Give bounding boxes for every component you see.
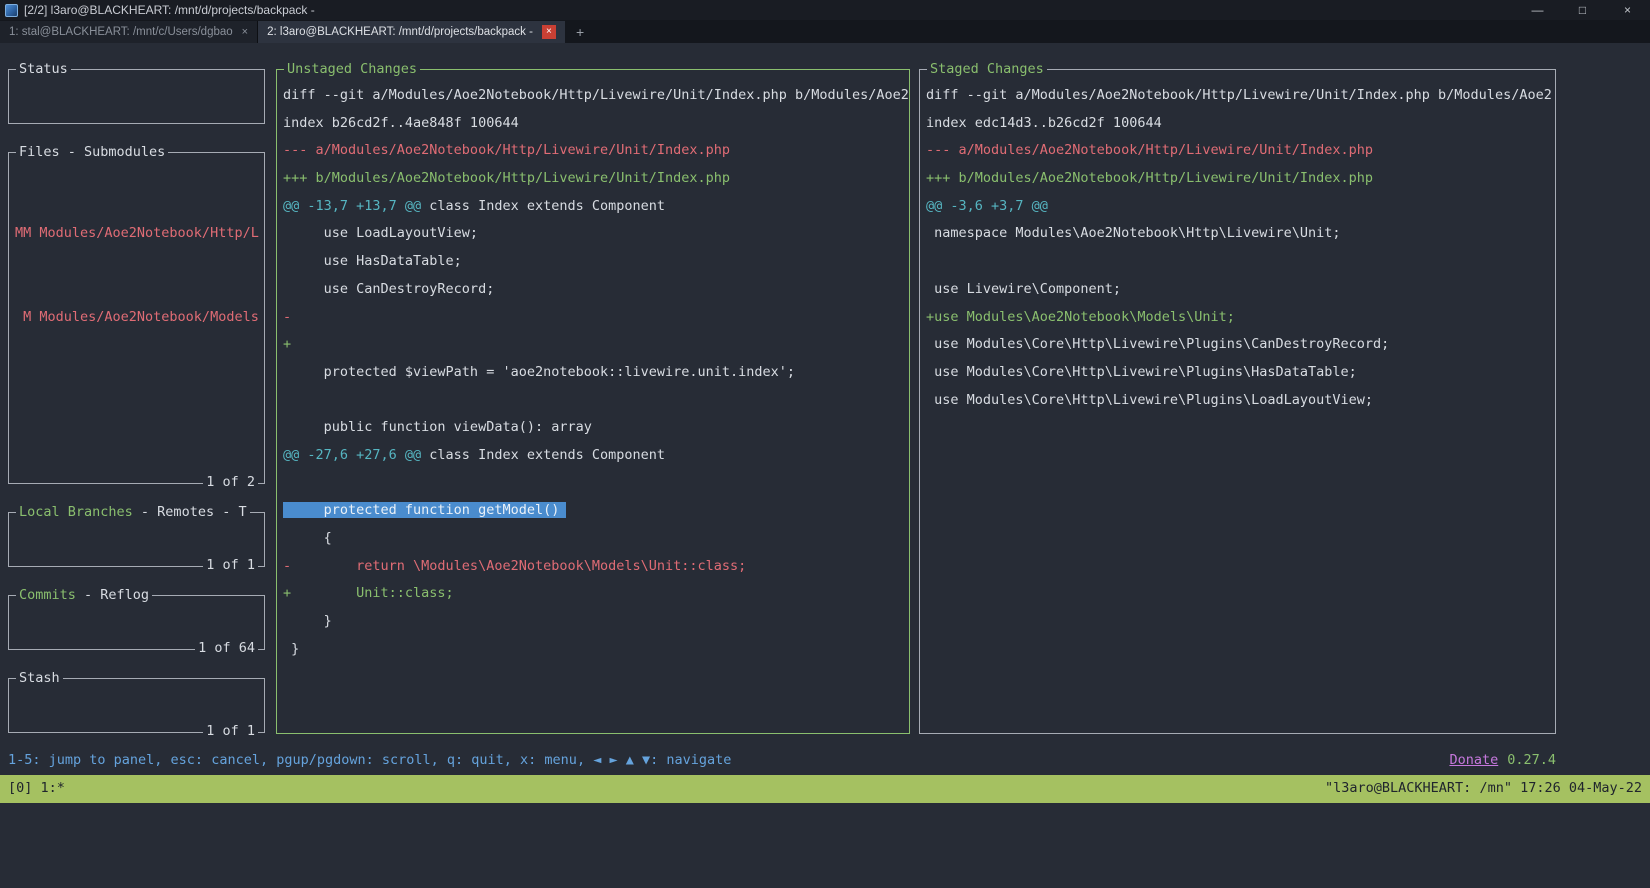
tab-bar: 1: stal@BLACKHEART: /mnt/c/Users/dgbao ×… xyxy=(0,20,1650,43)
diff-line[interactable]: +++ b/Modules/Aoe2Notebook/Http/Livewire… xyxy=(926,165,1555,193)
file-item[interactable]: MM Modules/Aoe2Notebook/Http/L xyxy=(15,220,264,248)
stash-panel-title[interactable]: Stash xyxy=(16,665,63,693)
branches-panel-title[interactable]: Local Branches - Remotes - T xyxy=(16,499,250,527)
diff-line[interactable]: index edc14d3..b26cd2f 100644 xyxy=(926,110,1555,138)
tab-1-label: 1: stal@BLACKHEART: /mnt/c/Users/dgbao xyxy=(9,26,233,38)
diff-line[interactable]: @@ -3,6 +3,7 @@ xyxy=(926,193,1555,221)
staged-diff: diff --git a/Modules/Aoe2Notebook/Http/L… xyxy=(920,70,1555,733)
stash-count: 1 of 1 xyxy=(203,718,258,746)
diff-line[interactable]: --- a/Modules/Aoe2Notebook/Http/Livewire… xyxy=(926,137,1555,165)
tab-2-label: 2: l3aro@BLACKHEART: /mnt/d/projects/bac… xyxy=(267,26,533,38)
commits-panel: Commits - Reflog 95a25d03highlight code … xyxy=(8,595,265,650)
diff-line[interactable]: } xyxy=(283,608,909,636)
diff-line[interactable]: protected $viewPath = 'aoe2notebook::liv… xyxy=(283,359,909,387)
unstaged-changes-panel: Unstaged Changes diff --git a/Modules/Ao… xyxy=(276,69,910,734)
diff-line[interactable]: @@ -13,7 +13,7 @@ class Index extends Co… xyxy=(283,193,909,221)
terminal-content: Status ↑0↓0 backpack → main Files - Subm… xyxy=(0,43,1650,888)
options-bar: 1-5: jump to panel, esc: cancel, pgup/pg… xyxy=(8,747,1556,775)
diff-line[interactable]: --- a/Modules/Aoe2Notebook/Http/Livewire… xyxy=(283,137,909,165)
branches-count: 1 of 1 xyxy=(203,552,258,580)
maximize-button[interactable]: □ xyxy=(1560,0,1605,20)
tab-2[interactable]: 2: l3aro@BLACKHEART: /mnt/d/projects/bac… xyxy=(258,21,565,43)
diff-line[interactable] xyxy=(283,470,909,498)
diff-line[interactable]: use Modules\Core\Http\Livewire\Plugins\C… xyxy=(926,331,1555,359)
branches-panel: Local Branches - Remotes - T * main ↑0↓0… xyxy=(8,512,265,567)
window-title: [2/2] l3aro@BLACKHEART: /mnt/d/projects/… xyxy=(24,3,315,17)
tab-1-close-icon[interactable]: × xyxy=(242,27,248,38)
diff-line[interactable]: +use Modules\Aoe2Notebook\Models\Unit; xyxy=(926,304,1555,332)
staged-panel-title[interactable]: Staged Changes xyxy=(927,56,1047,84)
files-count: 1 of 2 xyxy=(203,469,258,497)
tab-2-close-icon[interactable]: × xyxy=(542,25,556,39)
window-controls: — □ × xyxy=(1515,0,1650,20)
commits-count: 1 of 64 xyxy=(195,635,258,663)
version-label: 0.27.4 xyxy=(1498,747,1556,775)
diff-line[interactable]: namespace Modules\Aoe2Notebook\Http\Live… xyxy=(926,220,1555,248)
stash-panel: Stash 1 of 1 xyxy=(8,678,265,733)
keybindings-hint: 1-5: jump to panel, esc: cancel, pgup/pg… xyxy=(8,747,731,775)
close-button[interactable]: × xyxy=(1605,0,1650,20)
diff-line[interactable]: - return \Modules\Aoe2Notebook\Models\Un… xyxy=(283,553,909,581)
files-panel: Files - Submodules MM Modules/Aoe2Notebo… xyxy=(8,152,265,484)
new-tab-button[interactable]: + xyxy=(565,21,595,43)
tab-1[interactable]: 1: stal@BLACKHEART: /mnt/c/Users/dgbao × xyxy=(0,21,258,43)
minimize-button[interactable]: — xyxy=(1515,0,1560,20)
diff-line[interactable]: + xyxy=(283,331,909,359)
file-item[interactable]: M Modules/Aoe2Notebook/Models xyxy=(15,304,264,332)
diff-line[interactable]: use HasDataTable; xyxy=(283,248,909,276)
diff-line[interactable]: public function viewData(): array xyxy=(283,414,909,442)
diff-line[interactable]: protected function getModel() xyxy=(283,497,909,525)
diff-line[interactable]: { xyxy=(283,525,909,553)
diff-line[interactable]: use Modules\Core\Http\Livewire\Plugins\L… xyxy=(926,387,1555,415)
tmux-status-bar: [0] 1:* "l3aro@BLACKHEART: /mn" 17:26 04… xyxy=(0,775,1650,803)
diff-line[interactable]: use LoadLayoutView; xyxy=(283,220,909,248)
diff-line[interactable]: index b26cd2f..4ae848f 100644 xyxy=(283,110,909,138)
diff-line[interactable]: use CanDestroyRecord; xyxy=(283,276,909,304)
files-panel-title[interactable]: Files - Submodules xyxy=(16,139,168,167)
tmux-session-info: [0] 1:* xyxy=(8,775,65,803)
diff-line[interactable]: use Modules\Core\Http\Livewire\Plugins\H… xyxy=(926,359,1555,387)
terminal-window: [2/2] l3aro@BLACKHEART: /mnt/d/projects/… xyxy=(0,0,1650,888)
status-panel-title[interactable]: Status xyxy=(16,56,71,84)
diff-line[interactable]: diff --git a/Modules/Aoe2Notebook/Http/L… xyxy=(283,82,909,110)
titlebar: [2/2] l3aro@BLACKHEART: /mnt/d/projects/… xyxy=(0,0,1650,20)
diff-line[interactable]: + Unit::class; xyxy=(283,580,909,608)
unstaged-panel-title[interactable]: Unstaged Changes xyxy=(284,56,420,84)
diff-line[interactable]: use Livewire\Component; xyxy=(926,276,1555,304)
unstaged-diff: diff --git a/Modules/Aoe2Notebook/Http/L… xyxy=(277,70,909,733)
commits-panel-title[interactable]: Commits - Reflog xyxy=(16,582,152,610)
diff-line[interactable] xyxy=(926,248,1555,276)
diff-line[interactable]: diff --git a/Modules/Aoe2Notebook/Http/L… xyxy=(926,82,1555,110)
donate-link[interactable]: Donate xyxy=(1449,747,1498,775)
diff-line[interactable]: @@ -27,6 +27,6 @@ class Index extends Co… xyxy=(283,442,909,470)
staged-changes-panel: Staged Changes diff --git a/Modules/Aoe2… xyxy=(919,69,1556,734)
app-icon xyxy=(5,4,18,17)
tmux-host-info: "l3aro@BLACKHEART: /mn" 17:26 04-May-22 xyxy=(1325,775,1642,803)
diff-line[interactable] xyxy=(283,387,909,415)
status-panel: Status ↑0↓0 backpack → main xyxy=(8,69,265,124)
diff-line[interactable]: } xyxy=(283,636,909,664)
diff-line[interactable]: +++ b/Modules/Aoe2Notebook/Http/Livewire… xyxy=(283,165,909,193)
diff-line[interactable]: - xyxy=(283,304,909,332)
